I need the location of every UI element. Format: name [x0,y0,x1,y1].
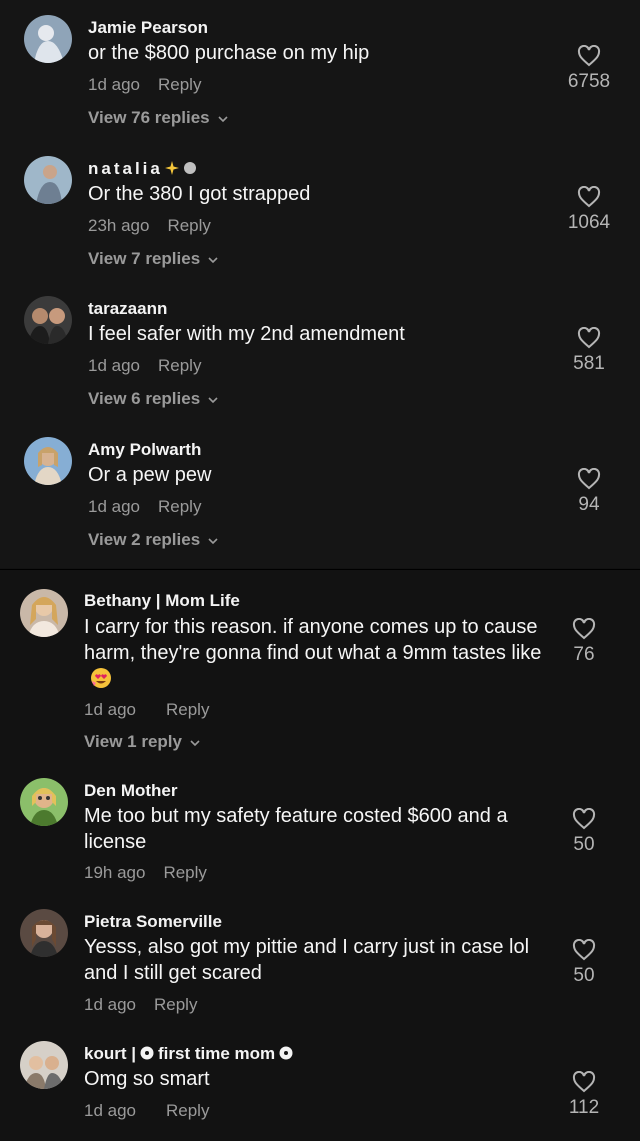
reply-button[interactable]: Reply [167,216,210,235]
chevron-down-icon [208,537,218,544]
comments-thread-top: Jamie Pearson or the $800 purchase on my… [0,0,640,568]
comment-time: 1d ago [88,356,140,375]
comment-text: or the $800 purchase on my hip [88,42,370,64]
like-count: 94 [578,494,600,515]
heart-outline-icon [577,186,601,208]
reply-button[interactable]: Reply [158,75,201,94]
like-button[interactable]: 6758 [559,45,619,93]
heart-outline-icon [572,618,596,640]
comment-text: Or a pew pew [88,464,212,486]
like-count: 1064 [567,212,611,233]
avatar[interactable] [24,296,72,344]
comment-author[interactable]: natalia [88,159,199,179]
like-count: 6758 [567,71,611,92]
view-replies-button[interactable]: View 1 reply [84,732,200,752]
comment-text: Or the 380 I got strapped [88,183,311,205]
comment-meta: 1d ago Reply [88,497,201,517]
avatar[interactable] [24,15,72,63]
comment-time: 23h ago [88,216,150,235]
reply-button[interactable]: Reply [158,356,201,375]
heart-outline-icon [572,939,596,961]
heart-outline-icon [577,468,601,490]
heart-outline-icon [572,1071,596,1093]
comment-time: 1d ago [88,75,140,94]
comment-meta: 1d ago Reply [84,995,197,1015]
comment-author[interactable]: kourt | first time mom [84,1044,295,1064]
view-replies-button[interactable]: View 2 replies [88,530,218,550]
avatar[interactable] [20,589,68,637]
like-count: 50 [573,834,595,855]
heart-outline-icon [572,808,596,830]
comment-meta: 1d ago Reply [84,700,209,720]
like-count: 76 [573,644,595,665]
comment-author[interactable]: Pietra Somerville [84,912,222,932]
comment-author[interactable]: Bethany | Mom Life [84,591,240,611]
reply-button[interactable]: Reply [154,995,197,1014]
avatar[interactable] [20,1041,68,1089]
flower-badge-icon [279,1046,293,1060]
chevron-down-icon [190,739,200,746]
comment-meta: 19h ago Reply [84,863,207,883]
avatar[interactable] [20,778,68,826]
like-count: 112 [568,1097,600,1118]
chevron-down-icon [218,115,228,122]
comment-author[interactable]: tarazaann [88,299,167,319]
sparkles-icon [164,161,179,175]
comment-time: 1d ago [88,497,140,516]
heart-outline-icon [577,45,601,67]
like-button[interactable]: 76 [554,618,614,666]
view-replies-button[interactable]: View 6 replies [88,389,218,409]
view-replies-button[interactable]: View 7 replies [88,249,218,269]
like-count: 50 [573,965,595,986]
chevron-down-icon [208,256,218,263]
reply-button[interactable]: Reply [163,863,206,882]
like-button[interactable]: 50 [554,939,614,987]
comment-author[interactable]: Den Mother [84,781,178,801]
comment-meta: 23h ago Reply [88,216,211,236]
reply-button[interactable]: Reply [166,700,209,719]
comment-text: I carry for this reason. if anyone comes… [84,614,554,692]
like-count: 581 [573,353,605,374]
comment-time: 19h ago [84,863,146,882]
comment-author[interactable]: Amy Polwarth [88,440,201,460]
comments-thread-bottom: Bethany | Mom Life I carry for this reas… [0,569,640,1141]
like-button[interactable]: 581 [559,327,619,375]
flower-badge-icon [140,1046,154,1060]
comment-meta: 1d ago Reply [88,75,201,95]
comment-author[interactable]: Jamie Pearson [88,18,208,38]
comment-text: Omg so smart [84,1068,210,1090]
chevron-down-icon [208,396,218,403]
comment-text: Me too but my safety feature costed $600… [84,805,508,853]
comment-meta: 1d ago Reply [84,1101,209,1121]
moon-icon [183,162,196,174]
avatar[interactable] [24,156,72,204]
view-replies-button[interactable]: View 76 replies [88,108,228,128]
like-button[interactable]: 94 [559,468,619,516]
comment-time: 1d ago [84,1101,136,1120]
avatar[interactable] [20,909,68,957]
like-button[interactable]: 1064 [559,186,619,234]
like-button[interactable]: 50 [554,808,614,856]
comment-time: 1d ago [84,700,136,719]
avatar[interactable] [24,437,72,485]
comment-text: Yesss, also got my pittie and I carry ju… [84,936,530,984]
comment-meta: 1d ago Reply [88,356,201,376]
comment-text: I feel safer with my 2nd amendment [88,323,405,345]
reply-button[interactable]: Reply [166,1101,209,1120]
reply-button[interactable]: Reply [158,497,201,516]
heart-outline-icon [577,327,601,349]
heart-eyes-emoji-icon [91,668,111,688]
like-button[interactable]: 112 [554,1071,614,1119]
comment-time: 1d ago [84,995,136,1014]
